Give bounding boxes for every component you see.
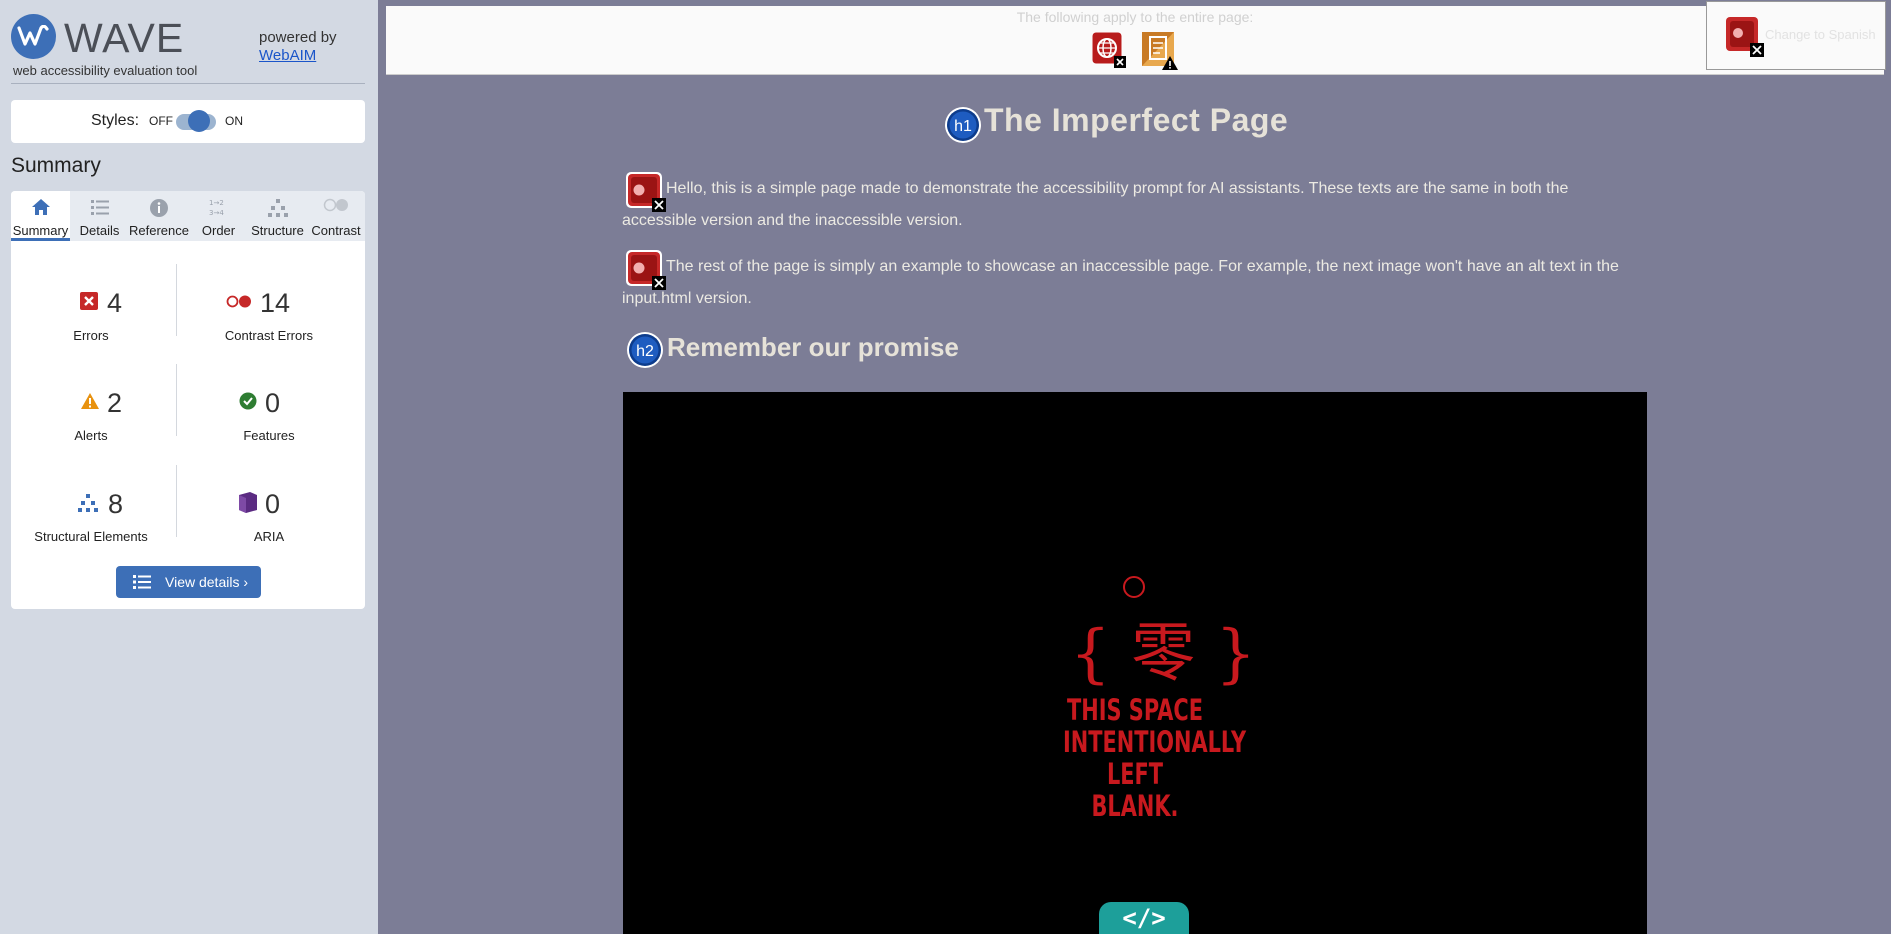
example-paragraph: The rest of the page is simply an exampl… [622, 251, 1622, 315]
summary-heading: Summary [11, 154, 101, 177]
change-language-link-box[interactable]: Change to Spanish [1706, 1, 1886, 70]
intro-paragraph: Hello, this is a simple page made to dem… [622, 173, 1622, 237]
powered-by: powered by WebAIM [259, 29, 337, 65]
language-error-icon[interactable] [1091, 31, 1126, 68]
structural-label: Structural Elements [34, 529, 148, 544]
styles-off-label: OFF [149, 114, 173, 128]
code-icon: </> [1099, 902, 1189, 934]
tab-summary[interactable]: Summary [11, 191, 70, 241]
wave-logo-text: WAVE [64, 15, 185, 61]
order-icon: 1→2 3→4 [208, 198, 230, 223]
errors-count: 4 [107, 288, 123, 318]
errors-label: Errors [73, 328, 109, 343]
list-icon [90, 198, 110, 221]
info-icon [149, 198, 169, 223]
alerts-label: Alerts [74, 428, 108, 443]
aria-label: ARIA [253, 529, 285, 544]
stat-divider [176, 364, 177, 436]
svg-text:3→4: 3→4 [209, 209, 224, 217]
list-icon [133, 575, 151, 592]
wave-sidebar: WAVE web accessibility evaluation tool p… [0, 0, 378, 934]
styles-label: Styles: [91, 112, 140, 129]
structure-icon [267, 198, 289, 223]
alert-icon [80, 392, 100, 415]
example-paragraph-text: The rest of the page is simply an exampl… [622, 258, 1619, 307]
ring-icon [1123, 576, 1145, 598]
tab-reference[interactable]: Reference [129, 191, 189, 241]
tab-label: Order [201, 223, 236, 238]
contrast-errors-label: Contrast Errors [224, 328, 314, 343]
stat-aria[interactable]: 0 ARIA [189, 489, 349, 569]
intentionally-blank-image: { 零 } THIS SPACE INTENTIONALLY LEFT BLAN… [623, 392, 1647, 934]
powered-by-label: powered by [259, 29, 337, 46]
stat-alerts[interactable]: 2 Alerts [11, 388, 171, 468]
h1-marker-icon[interactable]: h1 [944, 106, 982, 149]
h2-marker-text: h2 [636, 343, 654, 360]
styles-toggle-knob[interactable] [188, 110, 210, 132]
caption-line: INTENTIONALLY [1063, 725, 1247, 759]
caption-line: LEFT BLANK. [1091, 757, 1179, 823]
aria-icon [236, 491, 260, 518]
svg-text:1→2: 1→2 [209, 199, 224, 207]
blank-image-kanji: { 零 } [1070, 617, 1257, 691]
view-details-button[interactable]: View details › [116, 566, 261, 598]
panel-tabs: Summary Details Reference 1→23→4 Order [11, 191, 365, 241]
h2-marker-icon[interactable]: h2 [626, 331, 664, 374]
tab-label: Summary [12, 223, 69, 238]
styles-toggle-box: Styles: OFF ON [11, 100, 365, 143]
stat-errors[interactable]: 4 Errors [11, 288, 171, 368]
features-label: Features [243, 428, 295, 443]
wave-logo-icon [11, 14, 56, 59]
structural-count: 8 [108, 489, 124, 519]
home-icon [31, 198, 51, 221]
section-title: Remember our promise [667, 332, 959, 362]
tab-contrast[interactable]: Contrast [307, 191, 365, 241]
error-icon [1726, 17, 1764, 57]
stat-divider [176, 264, 177, 336]
feature-icon [239, 392, 257, 415]
contrast-errors-count: 14 [260, 288, 291, 318]
stat-divider [176, 465, 177, 537]
contrast-error-icon [226, 295, 252, 313]
stat-structural-elements[interactable]: 8 Structural Elements [11, 489, 171, 569]
page-title: The Imperfect Page [984, 102, 1289, 138]
webaim-link[interactable]: WebAIM [259, 47, 337, 65]
document-alert-icon[interactable] [1142, 32, 1178, 70]
tab-details[interactable]: Details [70, 191, 129, 241]
wave-brand: WAVE web accessibility evaluation tool p… [11, 14, 365, 84]
change-language-label: Change to Spanish [1765, 27, 1876, 42]
styles-on-label: ON [225, 114, 243, 128]
summary-panel: Summary Details Reference 1→23→4 Order [11, 191, 365, 609]
alerts-count: 2 [107, 388, 123, 418]
stat-contrast-errors[interactable]: 14 Contrast Errors [189, 288, 349, 368]
page-level-bar: The following apply to the entire page: [386, 6, 1884, 75]
contrast-icon [323, 198, 349, 217]
view-details-label: View details › [165, 574, 249, 590]
tab-label: Contrast [311, 223, 361, 238]
tab-structure[interactable]: Structure [248, 191, 307, 241]
aria-count: 0 [265, 489, 281, 519]
caption-line: THIS SPACE [1067, 693, 1203, 727]
stat-features[interactable]: 0 Features [189, 388, 349, 468]
tab-label: Structure [251, 223, 304, 238]
tab-label: Details [79, 223, 120, 238]
structure-icon [77, 493, 99, 518]
wave-tagline: web accessibility evaluation tool [13, 63, 198, 78]
page-level-note: The following apply to the entire page: [1016, 9, 1254, 25]
error-icon [80, 292, 98, 315]
h1-marker-text: h1 [954, 118, 972, 135]
intro-paragraph-text: Hello, this is a simple page made to dem… [622, 180, 1569, 229]
tab-label: Reference [129, 223, 189, 238]
blank-image-caption: THIS SPACE INTENTIONALLY LEFT BLANK. [1063, 693, 1247, 823]
tab-order[interactable]: 1→2 3→4 Order [189, 191, 248, 241]
features-count: 0 [265, 388, 281, 418]
